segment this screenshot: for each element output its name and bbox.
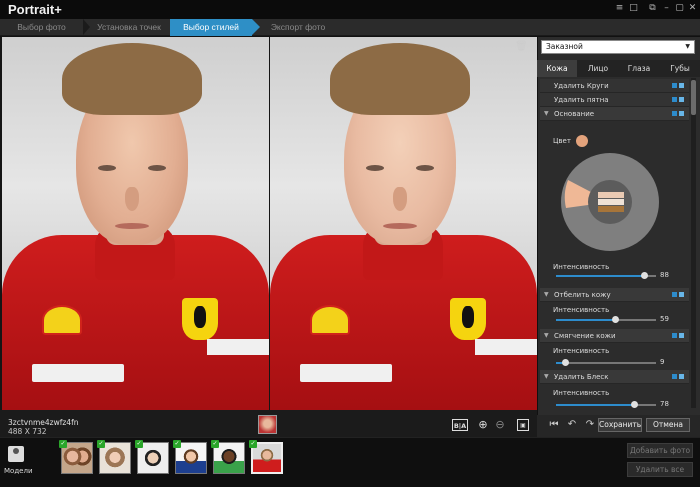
navigator-thumbnail[interactable] xyxy=(258,415,277,434)
step-select-styles[interactable]: Выбор стилей xyxy=(170,19,252,36)
feature-toggle[interactable] xyxy=(672,374,684,379)
collapse-icon: ▼ xyxy=(544,332,549,339)
tab-skin[interactable]: Кожа xyxy=(537,60,577,77)
preset-select[interactable]: Заказной ▼ xyxy=(541,40,695,54)
intensity-label: Интенсивность xyxy=(553,347,610,355)
trash-icon[interactable]: 🗑 xyxy=(515,41,528,52)
foundation-value: 88 xyxy=(660,271,669,279)
feature-toggle[interactable] xyxy=(672,83,684,88)
slider-fill xyxy=(556,275,644,277)
scrollbar-thumb[interactable] xyxy=(691,80,696,115)
foundation-slider[interactable] xyxy=(556,272,656,279)
feature-label: Удалить пятна xyxy=(554,96,609,104)
soften-value: 9 xyxy=(660,358,665,366)
photo-after[interactable] xyxy=(270,37,537,410)
feature-toggle[interactable] xyxy=(672,292,684,297)
app-title: Portrait+ xyxy=(8,2,62,17)
shine-value: 78 xyxy=(660,400,669,408)
skin-tone-wheel[interactable] xyxy=(560,152,660,252)
models-label: Модели xyxy=(4,467,33,475)
maximize-icon[interactable]: ▢ xyxy=(674,3,685,14)
step-separator xyxy=(83,19,90,35)
feature-toggle[interactable] xyxy=(672,111,684,116)
add-photo-button[interactable]: Добавить фото xyxy=(627,443,693,458)
tab-face[interactable]: Лицо xyxy=(578,60,618,77)
tone-bar-3 xyxy=(598,206,624,212)
models-icon[interactable] xyxy=(8,446,24,462)
feature-tabs: Кожа Лицо Глаза Губы xyxy=(537,60,700,77)
feature-toggle[interactable] xyxy=(672,333,684,338)
remove-all-button[interactable]: Удалить все xyxy=(627,462,693,477)
checkmark-icon: ✓ xyxy=(59,440,67,448)
feature-label: Отбелить кожу xyxy=(554,291,611,299)
checkmark-icon: ✓ xyxy=(97,440,105,448)
slider-knob[interactable] xyxy=(611,316,619,323)
feature-label: Основание xyxy=(554,110,595,118)
feature-label: Удалить Круги xyxy=(554,82,609,90)
feature-foundation[interactable]: ▼ Основание xyxy=(540,107,689,121)
before-after-button[interactable]: B|A xyxy=(452,419,468,431)
redo-icon[interactable]: ↷ xyxy=(583,419,597,431)
chevron-down-icon: ▼ xyxy=(685,43,690,50)
slider-fill xyxy=(556,319,615,321)
intensity-label: Интенсивность xyxy=(553,306,610,314)
whiten-value: 59 xyxy=(660,315,669,323)
checkmark-icon: ✓ xyxy=(173,440,181,448)
step-active-arrow xyxy=(252,19,260,35)
skin-color-swatch[interactable] xyxy=(576,135,588,147)
step-select-photo[interactable]: Выбор фото xyxy=(0,19,83,36)
photo-area xyxy=(0,37,537,437)
feature-whiten-skin[interactable]: ▼ Отбелить кожу xyxy=(540,288,689,302)
close-icon[interactable]: ✕ xyxy=(687,3,698,14)
preset-value: Заказной xyxy=(546,42,583,51)
intensity-label: Интенсивность xyxy=(553,263,610,271)
feature-label: Удалить Блеск xyxy=(554,373,609,381)
intensity-label: Интенсивность xyxy=(553,389,610,397)
tab-eyes[interactable]: Глаза xyxy=(619,60,659,77)
zoom-out-icon[interactable]: ⊖ xyxy=(494,419,506,431)
soften-slider[interactable] xyxy=(556,359,656,366)
tone-bar-2 xyxy=(598,199,624,205)
photo-dimensions: 488 X 732 xyxy=(8,427,47,436)
checkmark-icon: ✓ xyxy=(135,440,143,448)
undo-icon[interactable]: ↶ xyxy=(565,419,579,431)
color-label: Цвет xyxy=(553,137,571,145)
step-export-photo[interactable]: Экспорт фото xyxy=(262,19,334,36)
collapse-icon: ▼ xyxy=(544,373,549,380)
slider-knob[interactable] xyxy=(640,272,648,279)
feature-label: Смягчение кожи xyxy=(554,332,616,340)
menu-icon[interactable]: ≡ xyxy=(614,3,625,14)
feature-remove-circles[interactable]: Удалить Круги xyxy=(540,79,689,93)
chat-icon[interactable]: □ xyxy=(628,3,639,14)
panel-scrollbar[interactable] xyxy=(691,78,696,408)
cancel-button[interactable]: Отмена xyxy=(646,418,690,432)
tab-lips[interactable]: Губы xyxy=(660,60,700,77)
feature-soften-skin[interactable]: ▼ Смягчение кожи xyxy=(540,329,689,343)
whiten-slider[interactable] xyxy=(556,316,656,323)
feature-toggle[interactable] xyxy=(672,97,684,102)
checkmark-icon: ✓ xyxy=(211,440,219,448)
restore-icon[interactable]: ⧉ xyxy=(647,3,658,14)
feature-remove-shine[interactable]: ▼ Удалить Блеск xyxy=(540,370,689,384)
feature-remove-spots[interactable]: Удалить пятна xyxy=(540,93,689,107)
slider-knob[interactable] xyxy=(630,401,638,408)
minimize-icon[interactable]: – xyxy=(661,3,672,14)
slider-knob[interactable] xyxy=(561,359,569,366)
undo-all-icon[interactable]: ⏮ xyxy=(547,419,561,431)
collapse-icon: ▼ xyxy=(544,291,549,298)
slider-fill xyxy=(556,404,634,406)
photo-file-name: 3zctvnme4zwfz4fn xyxy=(8,418,79,427)
save-button[interactable]: Сохранить xyxy=(598,418,642,432)
step-set-points[interactable]: Установка точек xyxy=(90,19,168,36)
photo-before[interactable] xyxy=(2,37,269,410)
tone-bar-1 xyxy=(598,192,624,198)
shine-slider[interactable] xyxy=(556,401,656,408)
collapse-icon: ▼ xyxy=(544,110,549,117)
checkmark-icon: ✓ xyxy=(249,440,257,448)
title-bar xyxy=(0,0,700,19)
zoom-in-icon[interactable]: ⊕ xyxy=(477,419,489,431)
fit-screen-icon[interactable]: ▣ xyxy=(517,419,529,431)
